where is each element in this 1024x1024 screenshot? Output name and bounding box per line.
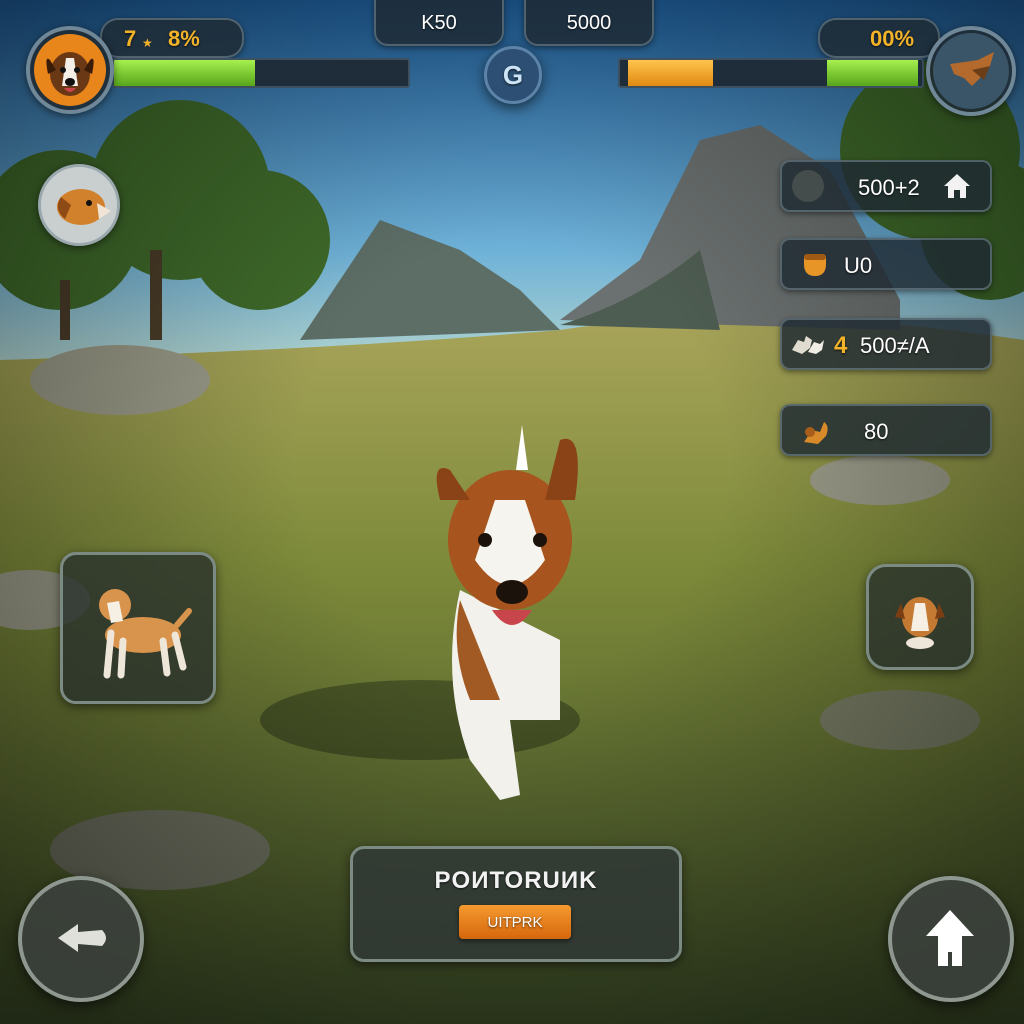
player-level: 7 [124,26,137,51]
back-button[interactable] [18,876,144,1002]
action-button-label: UITPRK [487,914,543,931]
resource-3-prefix: 4 [834,332,848,359]
player-health-fill [114,60,256,86]
center-menu-button[interactable]: G [484,46,542,104]
character-card-right[interactable] [866,564,974,670]
action-button[interactable]: UITPRK [459,905,571,939]
dogs-icon [792,336,824,354]
acorn-icon [804,254,826,276]
refresh-icon: G [502,60,524,90]
companion-avatar[interactable] [38,164,120,246]
action-panel-title: POИТОRUИK [434,867,598,894]
opponent-health-bar [618,58,924,88]
resource-row-3: 4 500≠/A [780,318,992,370]
player-percent: 8% [168,26,200,51]
squirrel-icon [804,422,828,444]
opponent-avatar[interactable] [926,26,1016,116]
arrow-left-icon [58,924,106,952]
character-card-left[interactable] [60,552,216,704]
resource-2-value: U0 [844,253,873,278]
arrow-up-icon [926,910,974,966]
dog-face-icon [34,34,106,106]
player-avatar[interactable] [26,26,114,114]
player-health-bar [112,58,410,88]
resource-4-value: 80 [864,419,889,444]
top-stat-right: 5000 [524,0,654,46]
top-stat-left: K50 [374,0,504,46]
player-stats-panel: 7 ★ 8% [100,18,244,58]
opponent-label: 00% [870,26,915,51]
resource-3-value: 500≠/A [860,333,930,358]
home-icon [944,174,970,198]
resource-row-2: U0 [780,238,992,290]
dog-standing-icon [99,589,192,679]
dog-head-icon [57,189,111,225]
resource-row-1: 500+2 [780,160,992,212]
resource-1-value: 500+2 [858,175,920,200]
top-stat-right-value: 5000 [566,12,612,34]
top-stat-left-value: K50 [421,12,457,34]
fox-icon [933,33,1009,109]
jump-button[interactable] [888,876,1014,1002]
resource-row-4: 80 [780,404,992,456]
opponent-bar-green [827,60,918,86]
opponent-bar-orange [628,60,713,86]
puppy-icon [895,597,945,649]
opponent-stats-panel: 00% [818,18,940,58]
action-panel: POИТОRUИK UITPRK [350,846,682,962]
star-icon: ★ [142,36,153,50]
coin-slot-icon [792,170,824,202]
